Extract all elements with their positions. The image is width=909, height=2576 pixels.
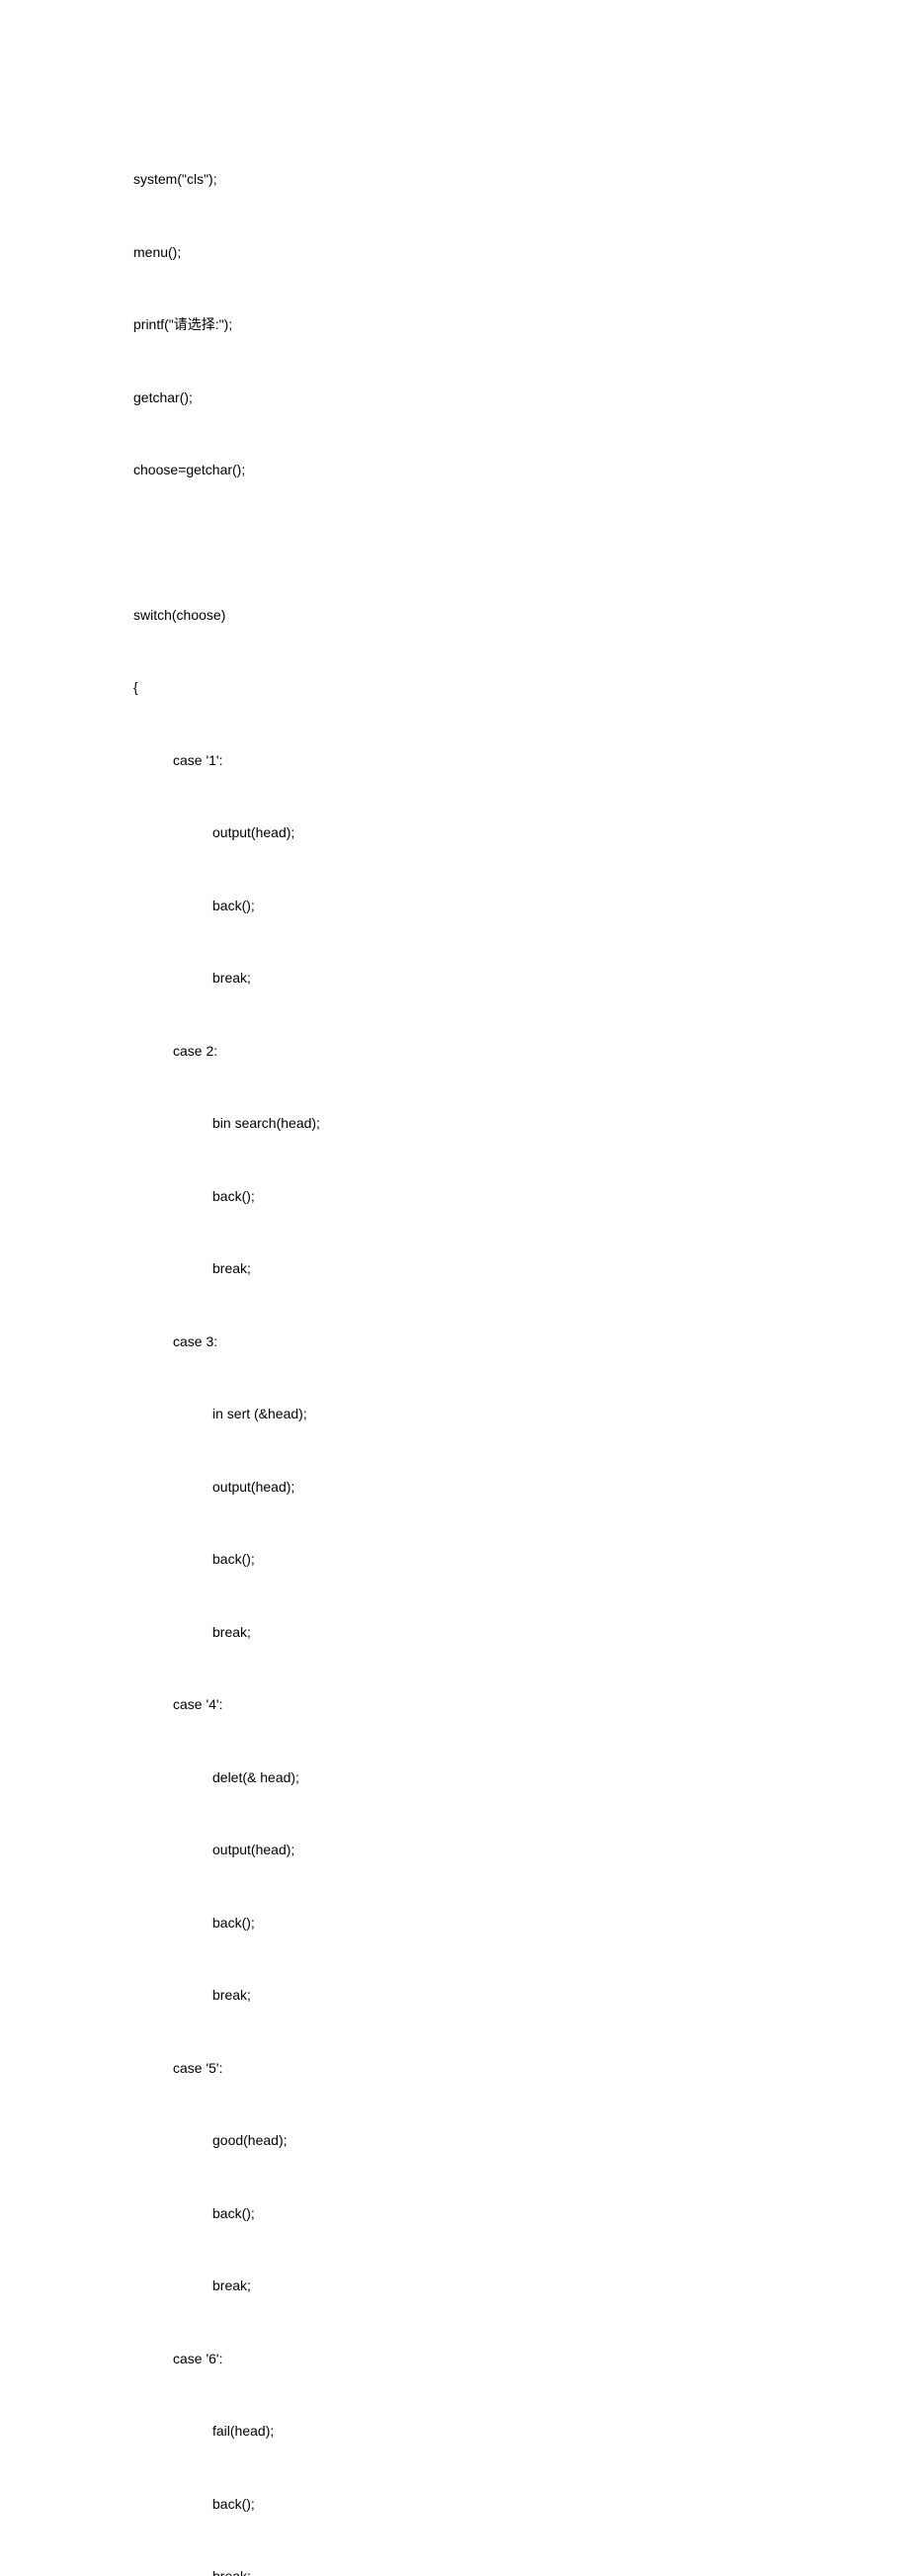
code-line: in sert (&head); xyxy=(0,1402,909,1426)
code-line: bin search(head); xyxy=(0,1111,909,1136)
code-line: break; xyxy=(0,966,909,990)
code-line: back(); xyxy=(0,894,909,918)
code-line: back(); xyxy=(0,2492,909,2517)
code-line: output(head); xyxy=(0,1475,909,1500)
code-line: back(); xyxy=(0,2201,909,2226)
code-line: break; xyxy=(0,1256,909,1281)
code-line: break; xyxy=(0,2564,909,2576)
code-line: case '4': xyxy=(0,1692,909,1717)
code-line: back(); xyxy=(0,1184,909,1209)
code-line: case 3: xyxy=(0,1330,909,1354)
code-line: fail(head); xyxy=(0,2419,909,2444)
code-line: case '1': xyxy=(0,748,909,773)
code-line: case '6': xyxy=(0,2347,909,2371)
code-line: back(); xyxy=(0,1547,909,1572)
code-line: output(head); xyxy=(0,820,909,845)
code-line: switch(choose) xyxy=(0,603,909,628)
code-line: case 2: xyxy=(0,1039,909,1064)
code-line: good(head); xyxy=(0,2128,909,2153)
code-line: getchar(); xyxy=(0,386,909,410)
code-line: choose=getchar(); xyxy=(0,458,909,482)
code-line: { xyxy=(0,675,909,700)
code-line: break; xyxy=(0,2274,909,2298)
code-line: back(); xyxy=(0,1911,909,1935)
code-line: break; xyxy=(0,1620,909,1645)
code-line: output(head); xyxy=(0,1838,909,1862)
code-line: system("cls"); xyxy=(0,167,909,192)
code-line: delet(& head); xyxy=(0,1765,909,1790)
blank-line xyxy=(0,531,909,555)
code-line: menu(); xyxy=(0,240,909,265)
code-line: case '5': xyxy=(0,2056,909,2081)
code-block: system("cls"); menu(); printf("请选择:"); g… xyxy=(0,119,909,2576)
code-line: break; xyxy=(0,1983,909,2008)
code-line: printf("请选择:"); xyxy=(0,312,909,337)
document-page: system("cls"); menu(); printf("请选择:"); g… xyxy=(0,0,909,2576)
